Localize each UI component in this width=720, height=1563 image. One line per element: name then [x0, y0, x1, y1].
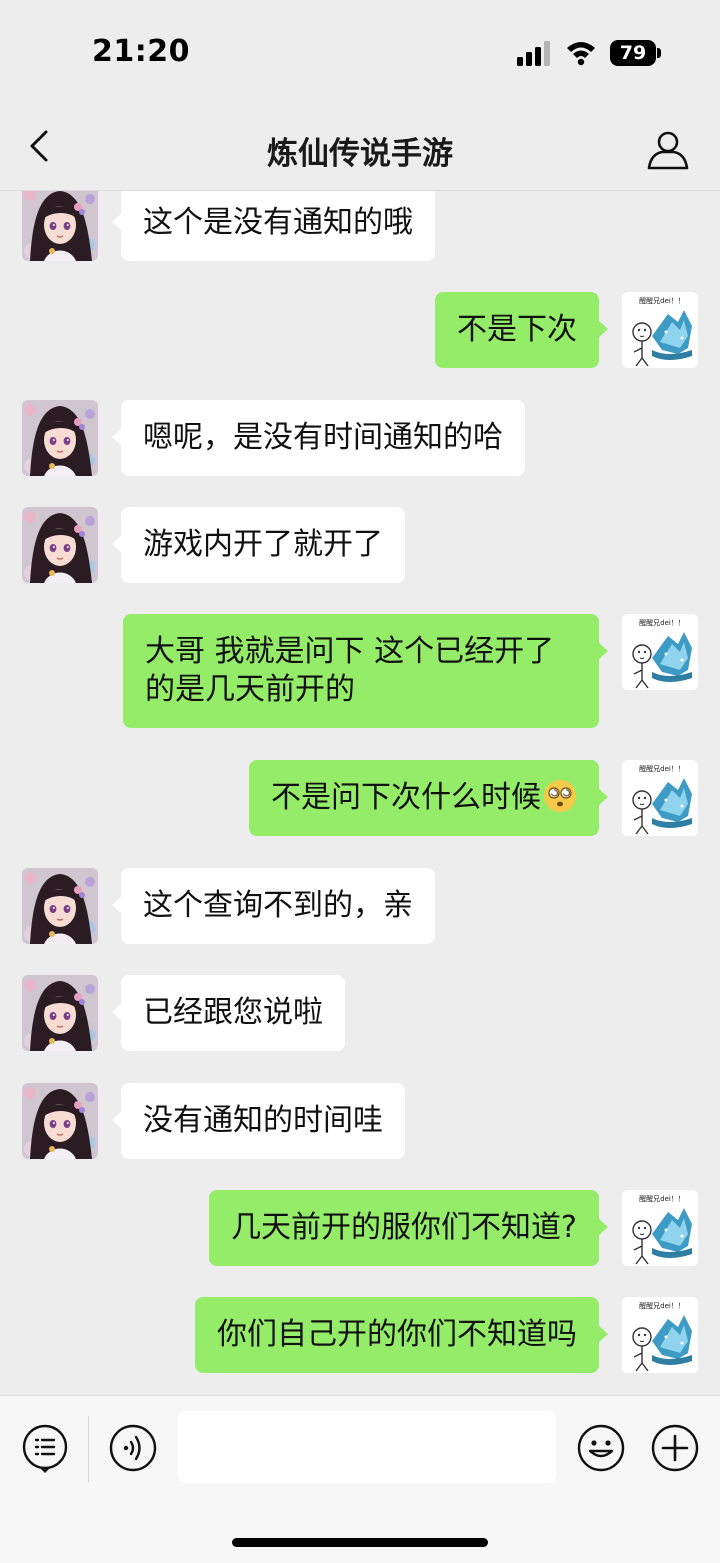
message-bubble-incoming[interactable]: 这个查询不到的，亲 [112, 868, 435, 944]
my-avatar[interactable]: 醒醒兄dei！！ [622, 1190, 698, 1266]
cellular-signal-icon [517, 40, 553, 66]
message-input[interactable] [178, 1411, 556, 1483]
my-avatar[interactable]: 醒醒兄dei！！ [622, 760, 698, 836]
chat-title: 炼仙传说手游 [267, 136, 453, 172]
profile-icon[interactable] [645, 128, 691, 172]
svg-text:醒醒兄dei！！: 醒醒兄dei！！ [639, 619, 685, 627]
home-indicator [232, 1538, 488, 1547]
my-avatar[interactable]: 醒醒兄dei！！ [622, 614, 698, 690]
dizzy-face-emoji-icon [544, 780, 576, 812]
contact-avatar[interactable] [22, 507, 98, 583]
message-bubble-incoming[interactable]: 游戏内开了就开了 [112, 507, 405, 583]
chat-header: 炼仙传说手游 [0, 100, 720, 191]
message-bubble-incoming[interactable]: 没有通知的时间哇 [112, 1083, 405, 1159]
contact-avatar[interactable] [22, 191, 98, 261]
input-bar [0, 1395, 720, 1563]
svg-text:醒醒兄dei！！: 醒醒兄dei！！ [639, 297, 685, 305]
message-bubble-outgoing[interactable]: 大哥 我就是问下 这个已经开了的是几天前开的 [123, 614, 608, 728]
battery-indicator: 79 [610, 40, 656, 66]
message-bubble-incoming[interactable]: 嗯呢，是没有时间通知的哈 [112, 400, 525, 476]
message-bubble-outgoing[interactable]: 几天前开的服你们不知道? [209, 1190, 608, 1266]
message-text: 不是问下次什么时候 [271, 780, 541, 815]
my-avatar[interactable]: 醒醒兄dei！！ [622, 292, 698, 368]
message-bubble-incoming[interactable]: 已经跟您说啦 [112, 975, 345, 1051]
svg-text:醒醒兄dei！！: 醒醒兄dei！！ [639, 765, 685, 773]
contact-avatar[interactable] [22, 1083, 98, 1159]
svg-text:醒醒兄dei！！: 醒醒兄dei！！ [639, 1302, 685, 1310]
message-list[interactable]: 这个是没有通知的哦 醒醒兄dei！！ 不是下次 嗯呢，是没有时间通知的哈 游戏内… [0, 191, 720, 1395]
contact-avatar[interactable] [22, 400, 98, 476]
message-bubble-outgoing[interactable]: 不是下次 [435, 292, 608, 368]
menu-list-icon[interactable] [20, 1423, 70, 1473]
contact-avatar[interactable] [22, 975, 98, 1051]
voice-icon[interactable] [108, 1423, 158, 1473]
message-bubble-outgoing[interactable]: 你们自己开的你们不知道吗 [195, 1297, 608, 1373]
battery-tip [657, 48, 661, 58]
svg-text:醒醒兄dei！！: 醒醒兄dei！！ [639, 1195, 685, 1203]
message-bubble-outgoing[interactable]: 不是问下次什么时候 [249, 760, 608, 836]
my-avatar[interactable]: 醒醒兄dei！！ [622, 1297, 698, 1373]
contact-avatar[interactable] [22, 868, 98, 944]
status-time: 21:20 [92, 34, 190, 69]
emoji-icon[interactable] [576, 1423, 626, 1473]
plus-icon[interactable] [650, 1423, 700, 1473]
input-divider [88, 1416, 89, 1482]
message-bubble-incoming[interactable]: 这个是没有通知的哦 [112, 191, 435, 261]
status-bar: 21:20 79 [0, 0, 720, 100]
wifi-icon [567, 42, 595, 66]
